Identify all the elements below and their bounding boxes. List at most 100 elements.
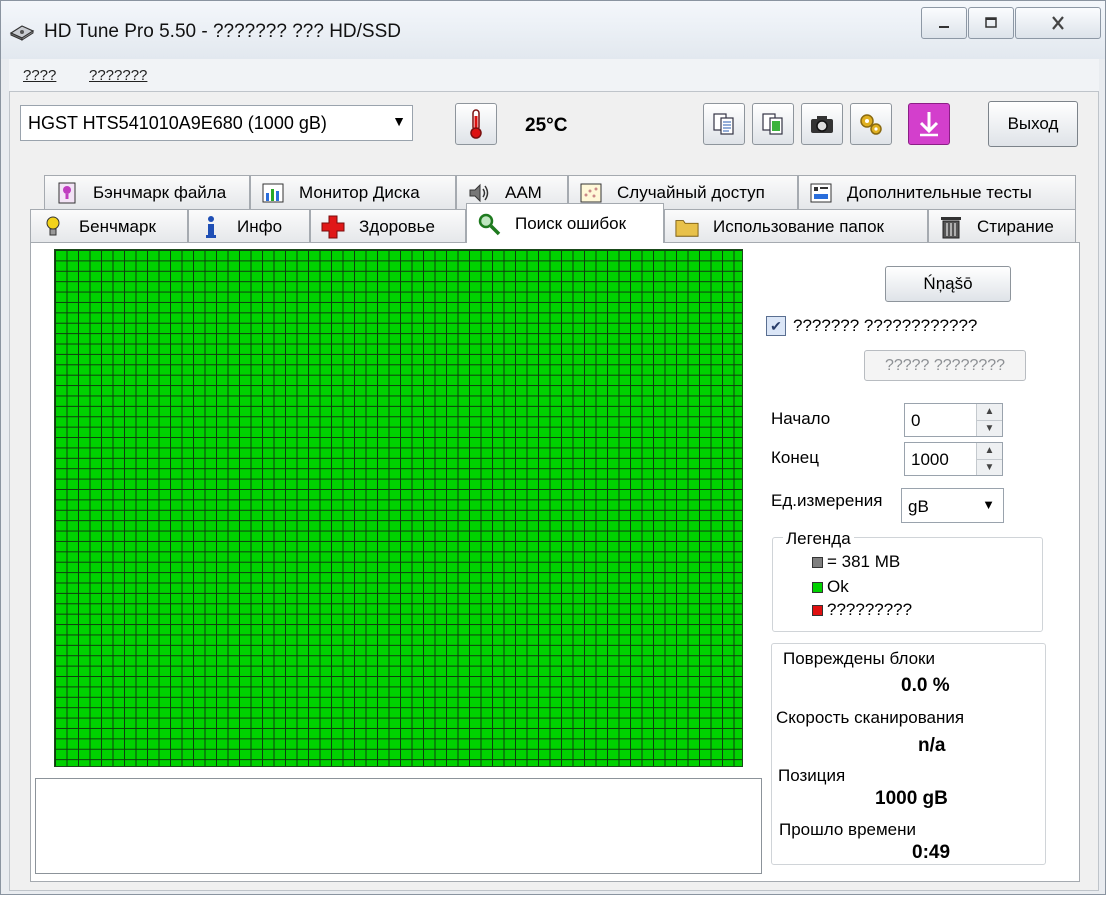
tab-label: Стирание — [977, 216, 1054, 236]
start-stepper[interactable]: 0 ▲ ▼ — [904, 403, 1003, 437]
start-stepper-arrows[interactable]: ▲ ▼ — [976, 404, 1002, 436]
legend-label: = 381 MB — [827, 552, 901, 571]
scan-speed-label: Скорость сканирования — [776, 708, 965, 727]
drive-select[interactable]: HGST HTS541010A9E680 (1000 gB) ▼ — [20, 105, 413, 141]
file-benchmark-icon — [55, 181, 79, 205]
unit-label: Ед.измерения — [771, 491, 883, 510]
tab-extra-tests[interactable]: Дополнительные тесты — [798, 175, 1076, 209]
minimize-button[interactable] — [921, 7, 967, 39]
window-title: HD Tune Pro 5.50 - ??????? ??? HD/SSD — [44, 21, 401, 42]
speaker-icon — [467, 181, 491, 205]
start-label: Начало — [771, 409, 831, 428]
info-icon — [199, 215, 223, 239]
drive-select-value: HGST HTS541010A9E680 (1000 gB) — [28, 113, 327, 133]
end-stepper[interactable]: 1000 ▲ ▼ — [904, 442, 1003, 476]
tab-label: Монитор Диска — [299, 182, 420, 202]
checkmark-icon: ✔ — [770, 317, 782, 334]
disk-monitor-icon — [261, 181, 285, 205]
chevron-down-icon: ▼ — [392, 113, 406, 129]
download-arrow-icon — [919, 112, 939, 137]
tab-info[interactable]: Инфо — [188, 209, 310, 243]
copy-screenshot-button[interactable] — [752, 103, 794, 145]
arrow-down-icon[interactable]: ▼ — [977, 458, 1002, 476]
maximize-button[interactable] — [968, 7, 1014, 39]
legend-label: Ok — [827, 577, 849, 596]
health-cross-icon — [321, 215, 345, 239]
minimize-icon — [939, 26, 949, 28]
arrow-up-icon[interactable]: ▲ — [977, 404, 1002, 420]
unit-select-value: gB — [908, 497, 929, 516]
tab-error-scan[interactable]: Поиск ошибок — [466, 203, 664, 243]
legend-item-damaged: ????????? — [812, 600, 912, 620]
close-button[interactable] — [1015, 7, 1101, 39]
legend-swatch — [812, 604, 823, 616]
position-value: 1000 gB — [875, 788, 948, 809]
end-label: Конец — [771, 448, 819, 467]
magnifier-icon — [477, 212, 501, 236]
tab-file-benchmark[interactable]: Бэнчмарк файла — [44, 175, 250, 209]
hdtune-drive-icon — [9, 25, 35, 41]
copy-info-button[interactable] — [703, 103, 745, 145]
close-icon — [1052, 16, 1064, 30]
options-button[interactable] — [850, 103, 892, 145]
tab-label: Дополнительные тесты — [847, 182, 1032, 202]
maximize-icon — [985, 17, 997, 28]
tab-label: Бенчмарк — [79, 216, 156, 236]
legend-title: Легенда — [783, 529, 854, 549]
quick-scan-label: ??????? ???????????? — [793, 316, 978, 335]
legend-swatch — [812, 556, 823, 568]
camera-icon — [811, 116, 833, 133]
exit-button[interactable]: Выход — [988, 101, 1078, 147]
scan-speed-value: n/a — [918, 735, 946, 756]
tab-label: Бэнчмарк файла — [93, 182, 227, 202]
save-button[interactable] — [908, 103, 950, 145]
damaged-blocks-value: 0.0 % — [901, 675, 950, 696]
gears-icon — [860, 114, 882, 135]
legend-label: ????????? — [827, 600, 913, 619]
random-access-icon — [579, 181, 603, 205]
menu-help[interactable]: ??????? — [89, 67, 147, 84]
quick-scan-checkbox[interactable]: ✔ — [766, 316, 786, 336]
tab-label: Здоровье — [359, 216, 435, 236]
title-bar[interactable]: HD Tune Pro 5.50 - ??????? ??? HD/SSD — [1, 1, 1105, 59]
bulb-icon — [41, 215, 65, 239]
legend-item-block-size: = 381 MB — [812, 552, 900, 572]
chevron-down-icon: ▼ — [982, 497, 995, 512]
tab-label: AAM — [505, 182, 542, 202]
screenshot-button[interactable] — [801, 103, 843, 145]
legend-item-ok: Ok — [812, 577, 849, 597]
tab-label: Использование папок — [713, 216, 884, 236]
start-button[interactable]: Ńņąšō — [885, 266, 1011, 302]
tab-disk-monitor[interactable]: Монитор Диска — [250, 175, 456, 209]
log-box[interactable] — [35, 778, 762, 874]
legend-swatch — [812, 581, 823, 593]
elapsed-time-label: Прошло времени — [779, 820, 917, 839]
tab-erase[interactable]: Стирание — [928, 209, 1076, 243]
disabled-action-button[interactable]: ????? ???????? — [864, 350, 1026, 381]
copy-icon — [713, 113, 734, 135]
start-value: 0 — [911, 411, 921, 430]
temperature-button[interactable] — [455, 103, 497, 145]
copy-green-icon — [762, 113, 783, 135]
end-stepper-arrows[interactable]: ▲ ▼ — [976, 443, 1002, 475]
tab-label: Поиск ошибок — [515, 213, 627, 233]
position-label: Позиция — [778, 766, 846, 785]
tab-label: Случайный доступ — [617, 182, 765, 202]
menu-file[interactable]: ???? — [23, 67, 56, 84]
end-value: 1000 — [911, 450, 949, 469]
extra-tests-icon — [809, 181, 833, 205]
arrow-up-icon[interactable]: ▲ — [977, 443, 1002, 459]
elapsed-time-value: 0:49 — [912, 842, 951, 863]
arrow-down-icon[interactable]: ▼ — [977, 419, 1002, 437]
thermometer-icon — [470, 109, 482, 139]
tab-benchmark[interactable]: Бенчмарк — [30, 209, 188, 243]
damaged-blocks-label: Повреждены блоки — [783, 649, 935, 668]
tab-health[interactable]: Здоровье — [310, 209, 466, 243]
block-map — [54, 249, 743, 767]
menu-bar: ???? ??????? — [9, 59, 1099, 91]
tab-label: Инфо — [237, 216, 283, 236]
tab-folder-usage[interactable]: Использование папок — [664, 209, 928, 243]
temperature-value: 25°C — [525, 115, 568, 136]
unit-select[interactable]: gB ▼ — [901, 488, 1004, 523]
folder-icon — [675, 215, 699, 239]
